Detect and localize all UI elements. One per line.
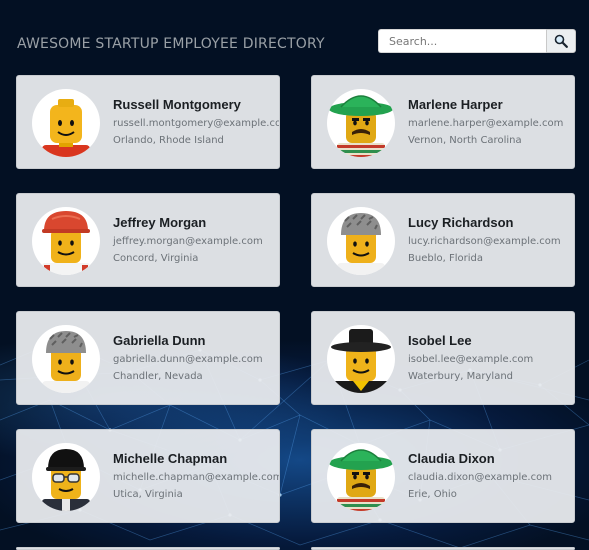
lego-sunglasses-icon <box>42 449 90 511</box>
search-form <box>378 29 576 53</box>
lego-gray-cap-icon <box>337 213 385 275</box>
employee-name: Jeffrey Morgan <box>113 215 207 230</box>
employee-location: Chandler, Nevada <box>113 371 203 382</box>
employee-email: marlene.harper@example.com <box>408 118 564 129</box>
search-input[interactable] <box>378 29 546 53</box>
lego-black-hat-icon <box>331 329 391 393</box>
page-header: AWESOME STARTUP EMPLOYEE DIRECTORY <box>17 28 577 58</box>
employee-email: claudia.dixon@example.com <box>408 472 552 483</box>
employee-email: michelle.chapman@example.com <box>113 472 280 483</box>
avatar <box>327 89 395 157</box>
avatar <box>32 207 100 275</box>
lego-plain-red-shirt-icon <box>42 99 90 157</box>
avatar <box>327 443 395 511</box>
employee-name: Michelle Chapman <box>113 451 228 466</box>
search-button[interactable] <box>546 29 576 53</box>
lego-sombrero-mustache-icon <box>329 449 393 511</box>
employee-location: Concord, Virginia <box>113 253 199 264</box>
employee-name: Marlene Harper <box>408 97 503 112</box>
avatar <box>327 207 395 275</box>
avatar <box>32 443 100 511</box>
employee-location: Bueblo, Florida <box>408 253 483 264</box>
avatar <box>32 89 100 157</box>
lego-gray-cap-icon <box>42 331 90 393</box>
employee-email: jeffrey.morgan@example.com <box>113 236 263 247</box>
page-title: AWESOME STARTUP EMPLOYEE DIRECTORY <box>17 36 325 52</box>
employee-location: Erie, Ohio <box>408 489 457 500</box>
employee-location: Vernon, North Carolina <box>408 135 522 146</box>
avatar <box>32 325 100 393</box>
employee-location: Utica, Virginia <box>113 489 183 500</box>
magnifier-icon <box>554 34 568 48</box>
employee-name: Claudia Dixon <box>408 451 495 466</box>
employee-card[interactable]: Michelle Chapman michelle.chapman@exampl… <box>16 429 280 523</box>
employee-name: Russell Montgomery <box>113 97 241 112</box>
employee-email: isobel.lee@example.com <box>408 354 534 365</box>
employee-name: Lucy Richardson <box>408 215 514 230</box>
employee-name: Isobel Lee <box>408 333 472 348</box>
employee-card[interactable]: Marlene Harper marlene.harper@example.co… <box>311 75 575 169</box>
employee-card[interactable]: Claudia Dixon claudia.dixon@example.com … <box>311 429 575 523</box>
employee-email: gabriella.dunn@example.com <box>113 354 263 365</box>
employee-card[interactable]: Gabriella Dunn gabriella.dunn@example.co… <box>16 311 280 405</box>
employee-email: lucy.richardson@example.com <box>408 236 561 247</box>
employee-card[interactable]: Lucy Richardson lucy.richardson@example.… <box>311 193 575 287</box>
employee-email: russell.montgomery@example.com <box>113 118 280 129</box>
employee-card[interactable]: Jeffrey Morgan jeffrey.morgan@example.co… <box>16 193 280 287</box>
lego-sombrero-mustache-icon <box>329 95 393 157</box>
avatar <box>327 325 395 393</box>
employee-location: Orlando, Rhode Island <box>113 135 224 146</box>
lego-red-hardhat-icon <box>42 211 90 275</box>
employee-card[interactable]: Russell Montgomery russell.montgomery@ex… <box>16 75 280 169</box>
employee-location: Waterbury, Maryland <box>408 371 514 382</box>
employee-card[interactable]: Isobel Lee isobel.lee@example.com Waterb… <box>311 311 575 405</box>
employee-name: Gabriella Dunn <box>113 333 206 348</box>
